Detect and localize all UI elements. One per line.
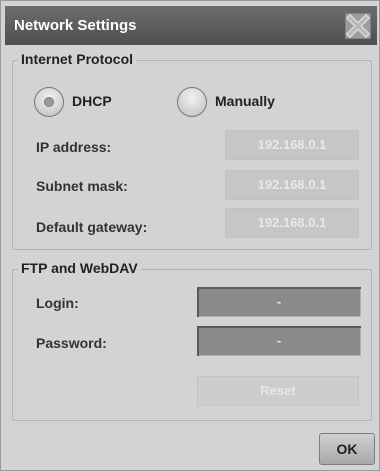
subnet-mask-field[interactable]: 192.168.0.1 bbox=[225, 170, 359, 200]
dialog-title: Network Settings bbox=[14, 17, 137, 34]
reset-button[interactable]: Reset bbox=[197, 376, 359, 406]
default-gateway-label: Default gateway: bbox=[36, 219, 148, 235]
subnet-mask-label: Subnet mask: bbox=[36, 178, 128, 194]
password-field[interactable]: - bbox=[197, 326, 361, 356]
manually-radio[interactable] bbox=[177, 87, 207, 117]
dhcp-label[interactable]: DHCP bbox=[72, 93, 112, 109]
ok-button[interactable]: OK bbox=[319, 433, 375, 465]
ip-address-field[interactable]: 192.168.0.1 bbox=[225, 130, 359, 160]
title-bar: Network Settings bbox=[5, 6, 377, 45]
radio-selected-dot bbox=[44, 97, 54, 107]
internet-protocol-title: Internet Protocol bbox=[18, 51, 137, 67]
default-gateway-field[interactable]: 192.168.0.1 bbox=[225, 208, 359, 238]
ip-address-label: IP address: bbox=[36, 139, 112, 155]
dhcp-radio[interactable] bbox=[34, 87, 64, 117]
login-label: Login: bbox=[36, 295, 79, 311]
manually-label[interactable]: Manually bbox=[215, 93, 275, 109]
network-settings-dialog: Network Settings Internet Protocol DHCP … bbox=[0, 0, 380, 471]
password-label: Password: bbox=[36, 335, 107, 351]
close-icon[interactable] bbox=[345, 13, 371, 39]
ftp-webdav-title: FTP and WebDAV bbox=[18, 260, 141, 276]
login-field[interactable]: - bbox=[197, 287, 361, 317]
